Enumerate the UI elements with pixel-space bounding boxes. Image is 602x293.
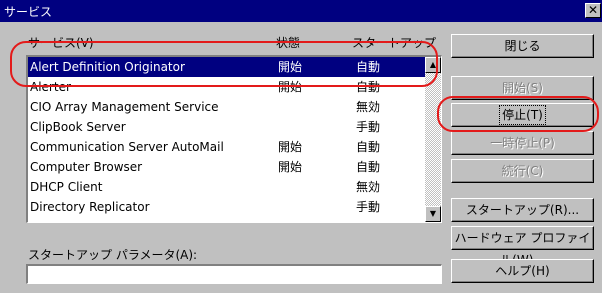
service-name: Computer Browser [30,160,143,174]
service-name: ClipBook Server [30,120,126,134]
resume-button-label: 続行(C) [501,164,544,178]
service-startup-type: 手動 [356,120,381,134]
start-button[interactable]: 開始(S) [451,76,594,100]
column-header-service[interactable]: サービス(V) [28,34,94,51]
column-header-status[interactable]: 状態 [276,34,300,51]
close-button[interactable]: 閉じる [451,34,594,58]
startup-button-label: スタートアップ(R)... [465,203,580,217]
services-list-rows: Alert Definition Originator 開始 自動 Alerter 開始… [28,57,426,222]
service-name: DHCP Client [30,180,103,194]
service-name: Directory Replicator [30,200,150,214]
service-row[interactable]: Alert Definition Originator 開始 自動 [28,57,426,77]
stop-button-label: 停止(T) [499,105,546,125]
service-name: Alerter [30,80,71,94]
service-row[interactable]: Directory Replicator 手動 [28,197,426,217]
window-title: サービス [4,5,53,19]
service-status: 開始 [278,80,303,94]
service-status: 開始 [278,160,303,174]
service-startup-type: 自動 [356,80,381,94]
services-list[interactable]: Alert Definition Originator 開始 自動 Alerter 開始… [26,55,442,223]
title-bar: サービス ✕ [0,0,602,22]
column-header-startup[interactable]: スタートアップ [352,34,436,51]
service-row[interactable]: ClipBook Server 手動 [28,117,426,137]
service-startup-type: 無効 [356,180,381,194]
service-name: Alert Definition Originator [30,60,185,74]
start-button-label: 開始(S) [502,81,543,95]
pause-button-label: 一時停止(P) [490,136,555,150]
service-row[interactable]: CIO Array Management Service 無効 [28,97,426,117]
pause-button[interactable]: 一時停止(P) [451,131,594,155]
service-startup-type: 自動 [356,160,381,174]
startup-parameters-input[interactable] [26,264,442,284]
close-button-label: 閉じる [504,39,541,53]
service-name: Communication Server AutoMail [30,140,224,154]
service-startup-type: 無効 [356,100,381,114]
resume-button[interactable]: 続行(C) [451,159,594,183]
service-startup-type: 自動 [356,60,381,74]
service-status: 開始 [278,140,303,154]
help-button-label: ヘルプ(H) [495,264,550,278]
service-row[interactable]: Alerter 開始 自動 [28,77,426,97]
service-startup-type: 手動 [356,200,381,214]
service-startup-type: 自動 [356,140,381,154]
service-status: 開始 [278,60,303,74]
vertical-scrollbar[interactable]: ▲ ▼ [425,57,441,222]
service-row[interactable]: Computer Browser 開始 自動 [28,157,426,177]
stop-button[interactable]: 停止(T) [451,103,594,127]
startup-parameters-label: スタートアップ パラメータ(A): [28,248,198,262]
scroll-up-arrow-icon[interactable]: ▲ [425,57,441,73]
service-row[interactable]: Communication Server AutoMail 開始 自動 [28,137,426,157]
startup-button[interactable]: スタートアップ(R)... [451,198,594,222]
hardware-profiles-button[interactable]: ハードウェア プロファイル(W)... [451,226,594,267]
close-icon[interactable]: ✕ [585,3,601,18]
service-row[interactable]: DHCP Client 無効 [28,177,426,197]
service-name: CIO Array Management Service [30,100,219,114]
scroll-down-arrow-icon[interactable]: ▼ [425,206,441,222]
help-button[interactable]: ヘルプ(H) [451,259,594,283]
